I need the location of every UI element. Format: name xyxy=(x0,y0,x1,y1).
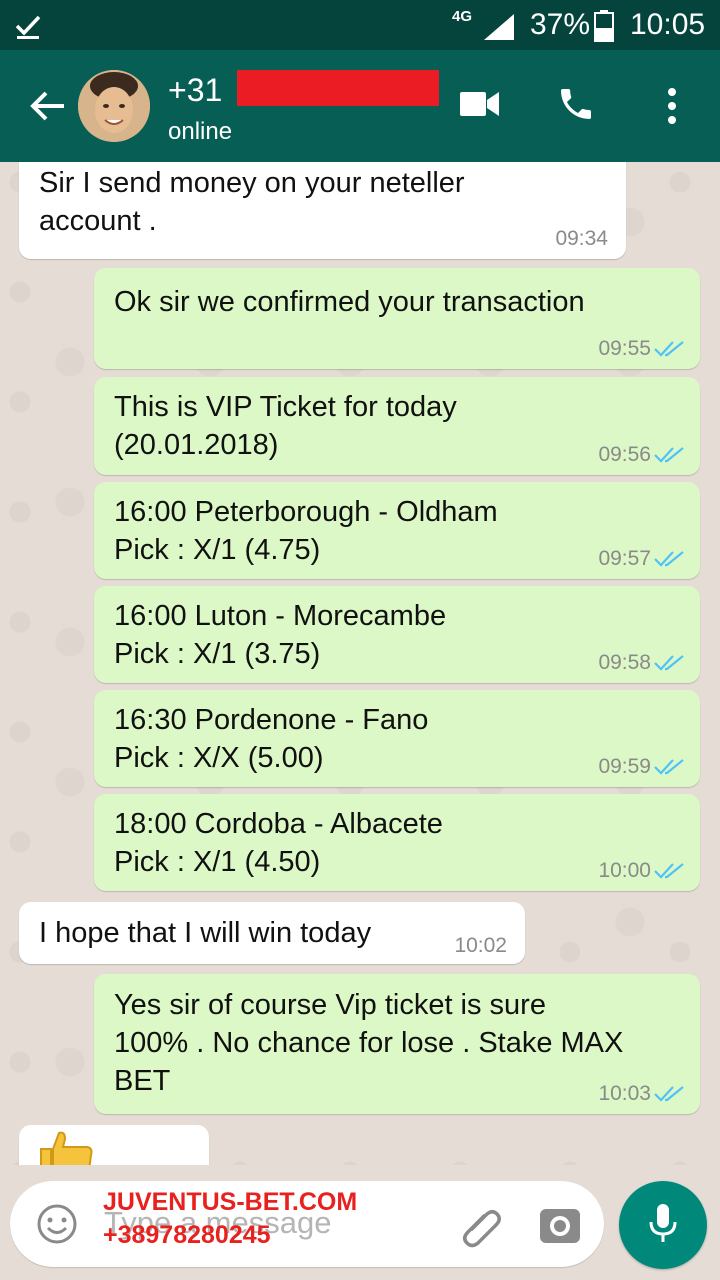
redaction-bar xyxy=(237,70,439,106)
camera-icon[interactable] xyxy=(538,1203,582,1250)
message-time: 10:00 xyxy=(598,859,686,883)
message-text: I hope that I will win today xyxy=(39,917,372,949)
network-type: 4G xyxy=(452,8,473,25)
watermark-phone: +38978280245 xyxy=(103,1221,271,1249)
phone-icon[interactable] xyxy=(556,84,596,129)
thumbs-up-icon xyxy=(37,1131,97,1165)
message-bubble-outgoing[interactable]: 18:00 Cordoba - Albacete Pick : X/1 (4.5… xyxy=(94,794,700,891)
message-text: 16:30 Pordenone - Fano Pick : X/X (5.00) xyxy=(114,704,429,774)
read-ticks-icon xyxy=(654,759,684,775)
chat-area[interactable]: Sir I send money on your neteller accoun… xyxy=(0,162,720,1165)
message-bubble-outgoing[interactable]: Yes sir of course Vip ticket is sure 100… xyxy=(94,974,700,1114)
read-ticks-icon xyxy=(654,863,684,879)
videocam-icon[interactable] xyxy=(460,90,500,123)
more-vert-icon[interactable] xyxy=(664,86,680,131)
message-time: 09:58 xyxy=(598,651,686,675)
avatar[interactable] xyxy=(78,70,150,142)
read-ticks-icon xyxy=(654,655,684,671)
message-bubble-outgoing[interactable]: 16:30 Pordenone - Fano Pick : X/X (5.00)… xyxy=(94,690,700,787)
message-text: 16:00 Luton - Morecambe Pick : X/1 (3.75… xyxy=(114,600,447,670)
status-clock: 10:05 xyxy=(630,8,706,41)
message-text: 18:00 Cordoba - Albacete Pick : X/1 (4.5… xyxy=(114,808,443,878)
status-bar: 4G 37% 10:05 xyxy=(0,0,720,50)
mic-icon xyxy=(648,1202,678,1249)
message-time: 09:56 xyxy=(598,443,686,467)
chat-header: +31 online xyxy=(0,50,720,162)
message-time: 09:59 xyxy=(598,755,686,779)
contact-name[interactable]: +31 xyxy=(168,72,222,109)
message-text: 16:00 Peterborough - Oldham Pick : X/1 (… xyxy=(114,496,498,566)
read-ticks-icon xyxy=(654,551,684,567)
message-text: Ok sir we confirmed your transaction xyxy=(114,286,585,318)
smiley-icon[interactable] xyxy=(36,1203,78,1250)
read-ticks-icon xyxy=(654,447,684,463)
mic-button[interactable] xyxy=(619,1181,707,1269)
signal-icon xyxy=(482,12,516,47)
message-time: 09:34 xyxy=(555,227,608,250)
download-done-icon xyxy=(14,12,42,45)
message-text: Yes sir of course Vip ticket is sure 100… xyxy=(114,989,624,1097)
message-bubble-incoming[interactable]: I hope that I will win today 10:02 xyxy=(19,902,525,964)
message-time: 10:02 xyxy=(454,934,507,957)
message-bubble-outgoing[interactable]: 16:00 Luton - Morecambe Pick : X/1 (3.75… xyxy=(94,586,700,683)
message-bubble-outgoing[interactable]: 16:00 Peterborough - Oldham Pick : X/1 (… xyxy=(94,482,700,579)
arrow-left-icon[interactable] xyxy=(28,86,68,131)
battery-icon xyxy=(594,10,614,47)
read-ticks-icon xyxy=(654,1086,684,1102)
message-bubble-incoming[interactable] xyxy=(19,1125,209,1165)
watermark: JUVENTUS-BET.COM +38978280245 xyxy=(103,1186,357,1252)
read-ticks-icon xyxy=(654,341,684,357)
watermark-site: JUVENTUS-BET.COM xyxy=(103,1188,358,1216)
message-text: This is VIP Ticket for today (20.01.2018… xyxy=(114,391,457,461)
message-bubble-outgoing[interactable]: This is VIP Ticket for today (20.01.2018… xyxy=(94,377,700,475)
contact-status: online xyxy=(168,118,233,145)
message-text: Sir I send money on your neteller accoun… xyxy=(39,167,465,237)
message-time: 10:03 xyxy=(598,1082,686,1106)
message-bubble-incoming[interactable]: Sir I send money on your neteller accoun… xyxy=(19,162,626,259)
paperclip-icon[interactable] xyxy=(458,1203,504,1254)
message-time: 09:55 xyxy=(598,337,686,361)
message-bubble-outgoing[interactable]: Ok sir we confirmed your transaction 09:… xyxy=(94,268,700,369)
battery-percent: 37% xyxy=(530,8,591,41)
message-time: 09:57 xyxy=(598,547,686,571)
